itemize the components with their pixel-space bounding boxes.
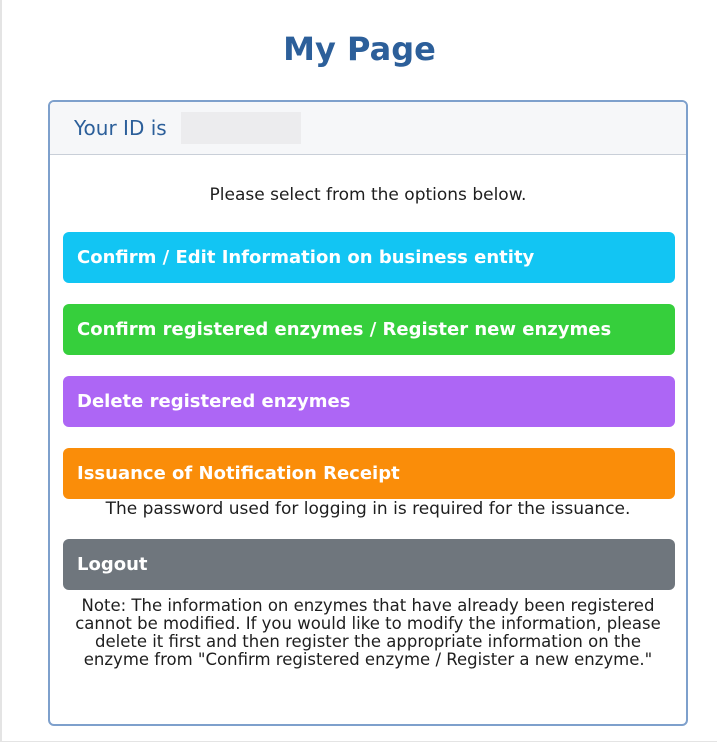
issue-notification-receipt-button[interactable]: Issuance of Notification Receipt [63,448,675,499]
confirm-register-enzymes-button[interactable]: Confirm registered enzymes / Register ne… [63,304,675,355]
my-page: My Page Your ID is Please select from th… [0,0,717,742]
card-header: Your ID is [50,102,686,155]
options-card: Your ID is Please select from the option… [48,100,688,726]
user-id-value [180,112,301,144]
delete-registered-enzymes-button[interactable]: Delete registered enzymes [63,376,675,427]
logout-button[interactable]: Logout [63,539,675,590]
instructions-text: Please select from the options below. [209,185,527,205]
issuance-password-hint: The password used for logging in is requ… [105,499,631,519]
page-title: My Page [283,30,436,68]
confirm-edit-business-entity-button[interactable]: Confirm / Edit Information on business e… [63,232,675,283]
modification-note: Note: The information on enzymes that ha… [75,596,661,669]
user-id-label: Your ID is [74,116,167,140]
